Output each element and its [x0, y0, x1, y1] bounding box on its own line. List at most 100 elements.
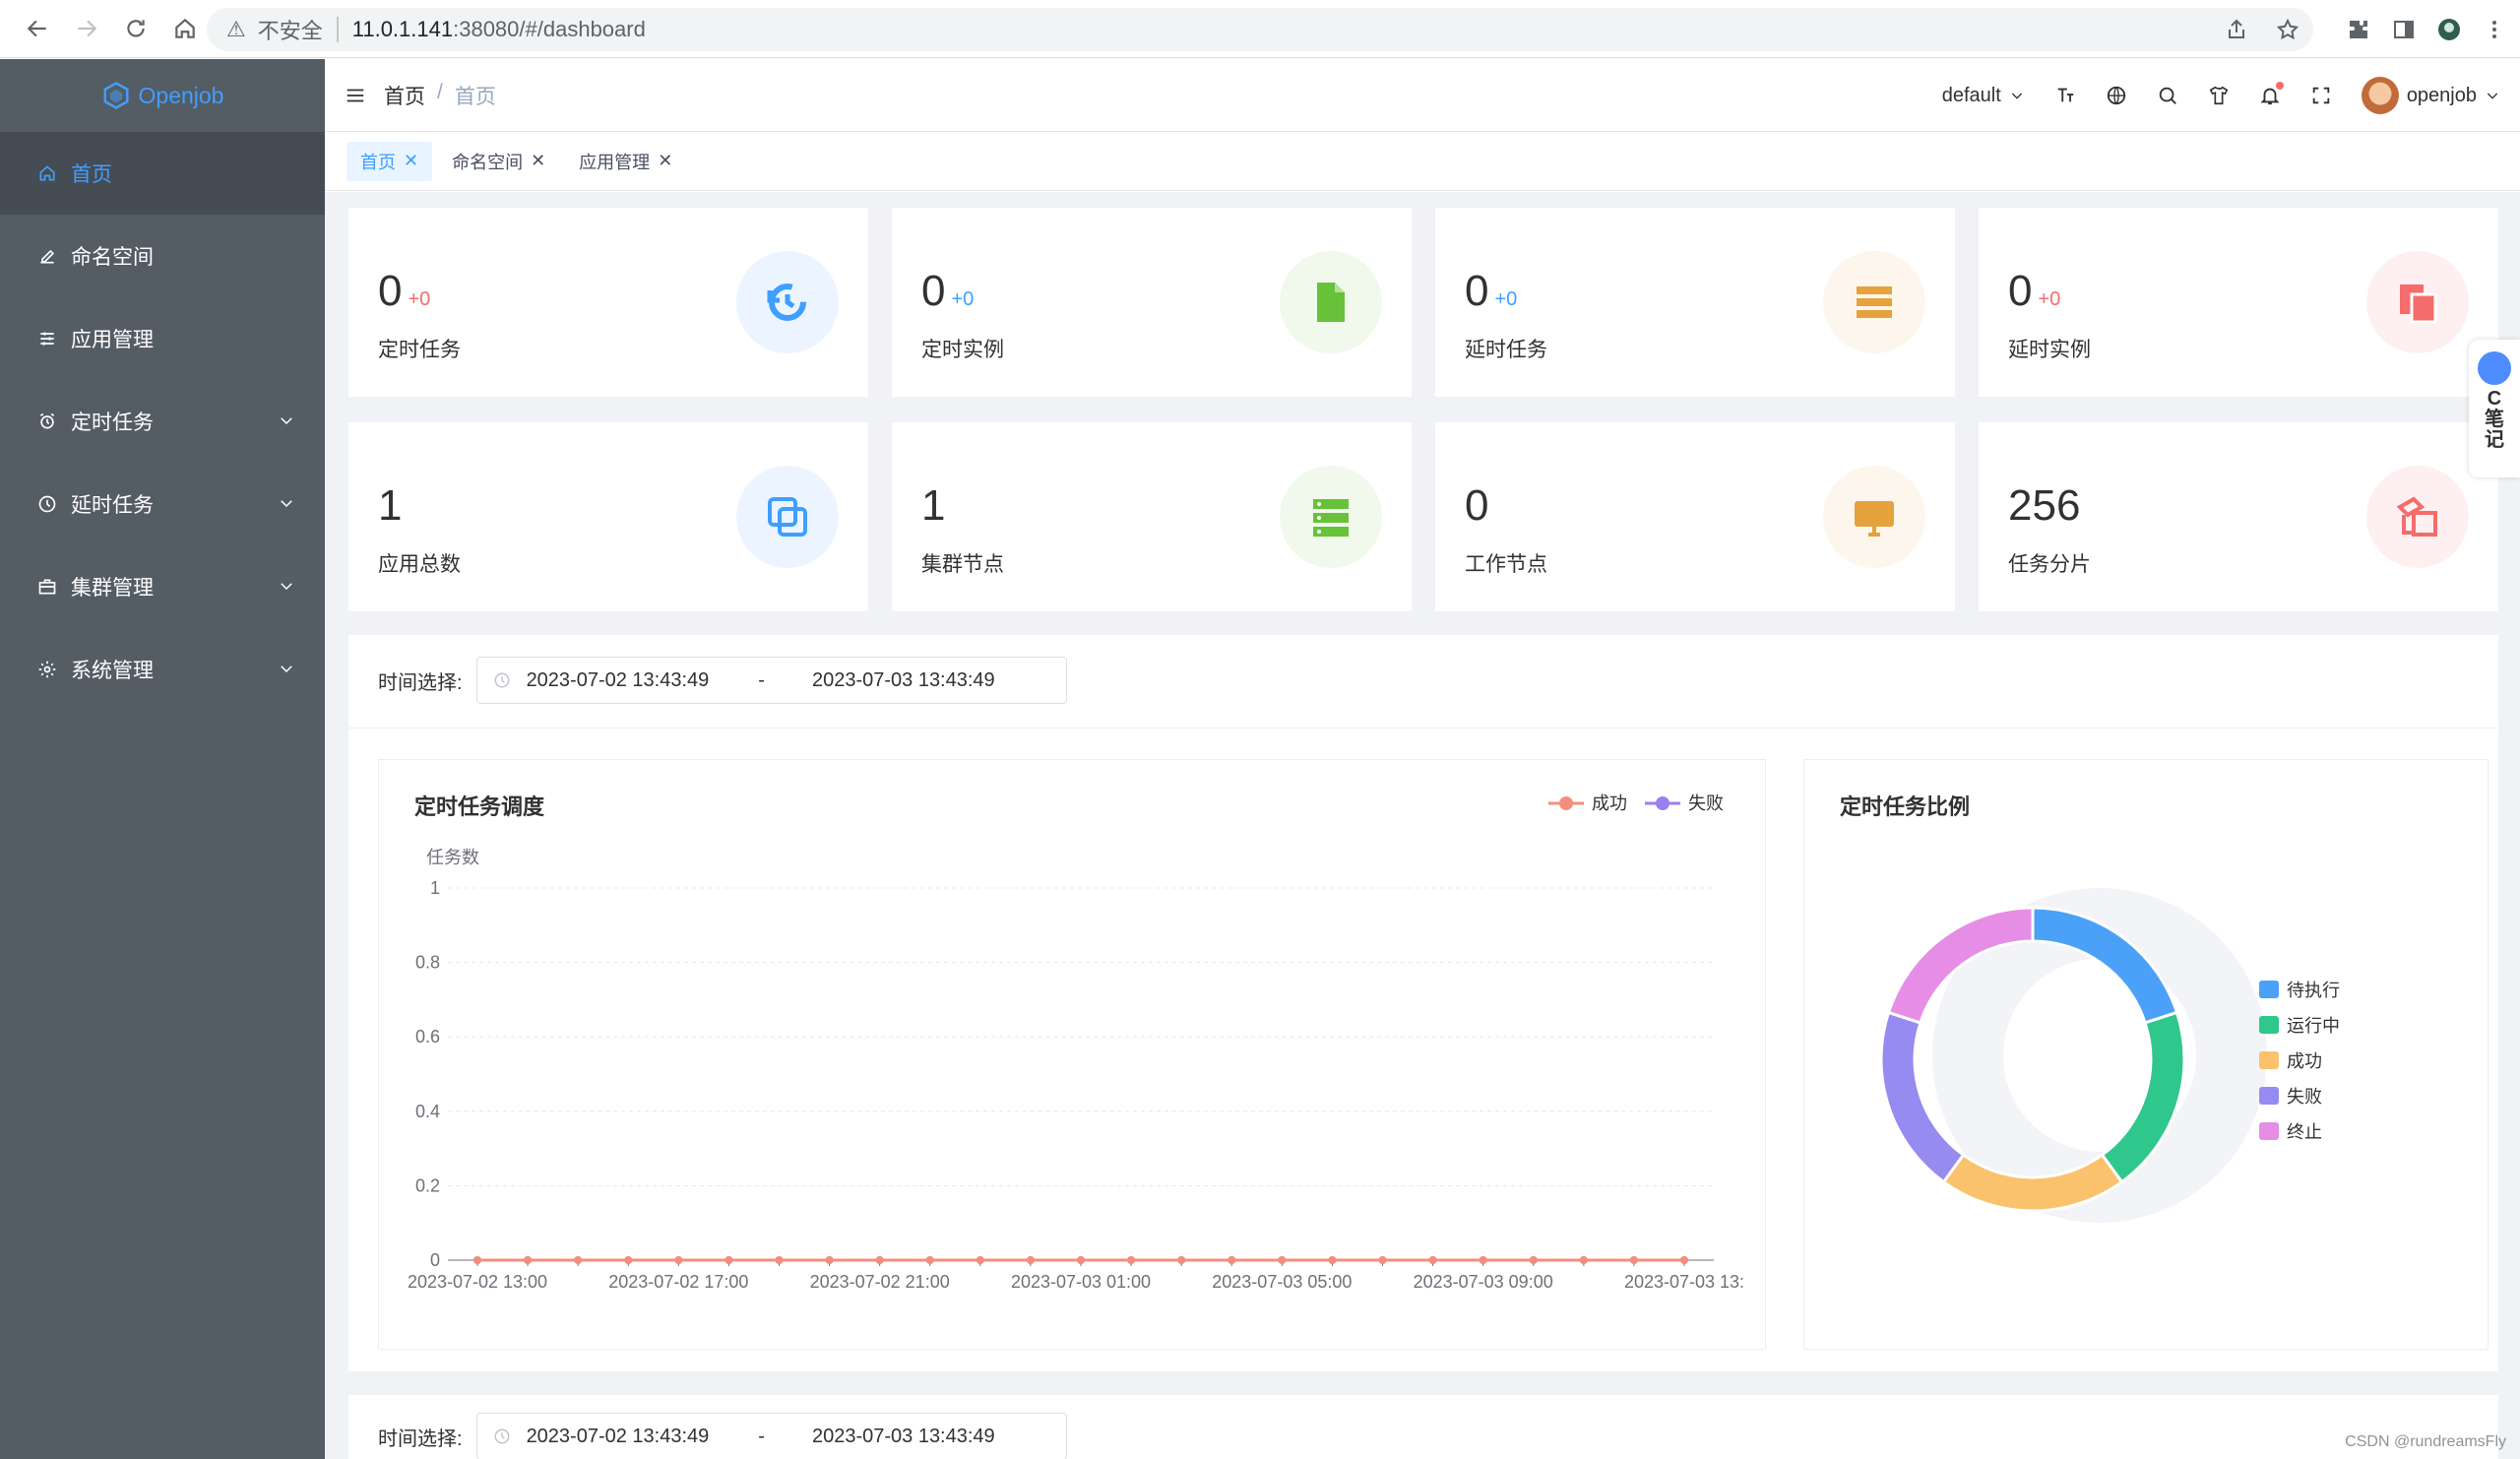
legend-label: 成功 [2287, 1051, 2322, 1071]
notes-icon [2478, 351, 2511, 385]
search-icon[interactable] [2157, 85, 2178, 106]
logo[interactable]: Openjob [0, 59, 325, 132]
briefcase-icon [38, 579, 56, 595]
stat-icon-wrap [2366, 251, 2469, 353]
sidebar-item-label: 定时任务 [71, 412, 154, 434]
font-size-icon[interactable] [2054, 85, 2076, 106]
date-range-picker-2[interactable]: 2023-07-02 13:43:49 - 2023-07-03 13:43:4… [475, 1413, 1067, 1459]
globe-icon[interactable] [2106, 85, 2127, 106]
start-date-2[interactable]: 2023-07-02 13:43:49 [527, 1426, 710, 1448]
stat-value-wrap: 0 [1465, 481, 1488, 531]
data-point[interactable] [1428, 1256, 1437, 1264]
data-point[interactable] [875, 1256, 884, 1264]
home-button[interactable] [161, 5, 209, 52]
data-point[interactable] [825, 1256, 834, 1264]
legend-item[interactable]: 运行中 [2259, 1016, 2340, 1036]
tab-2[interactable]: 应用管理 ✕ [565, 142, 686, 181]
data-point[interactable] [1026, 1256, 1035, 1264]
close-icon[interactable]: ✕ [404, 151, 418, 171]
sidebar-item-label: 系统管理 [71, 660, 154, 682]
user-menu[interactable]: openjob [2361, 77, 2500, 114]
data-point[interactable] [976, 1256, 984, 1264]
stat-value-wrap: 0 +0 [2008, 267, 2060, 316]
chevron-down-icon [281, 666, 292, 673]
tab-0[interactable]: 首页 ✕ [346, 141, 433, 181]
url-text: 11.0.1.141:38080/#/dashboard [352, 17, 646, 42]
sidebar-item-5[interactable]: 集群管理 [0, 545, 325, 628]
data-point[interactable] [1177, 1256, 1186, 1264]
data-point[interactable] [1127, 1256, 1136, 1264]
logo-text: Openjob [138, 82, 224, 108]
date-range-picker[interactable]: 2023-07-02 13:43:49 - 2023-07-03 13:43:4… [475, 657, 1067, 704]
sidebar-item-6[interactable]: 系统管理 [0, 628, 325, 711]
legend-item[interactable]: 失败 [2259, 1087, 2322, 1107]
namespace-select[interactable]: default [1942, 85, 2025, 107]
data-point[interactable] [775, 1256, 784, 1264]
data-point[interactable] [1579, 1256, 1588, 1264]
time-filter-label: 时间选择: [378, 671, 463, 694]
data-point[interactable] [1479, 1256, 1487, 1264]
watermark: CSDN @rundreamsFly [2345, 1433, 2506, 1450]
end-date-2[interactable]: 2023-07-03 13:43:49 [812, 1426, 995, 1448]
range-separator-2: - [758, 1425, 765, 1447]
bookmark-star-icon[interactable] [2276, 18, 2300, 41]
data-point[interactable] [1378, 1256, 1387, 1264]
chevron-down-icon [281, 583, 292, 591]
data-point[interactable] [624, 1256, 633, 1264]
notification-button[interactable] [2259, 82, 2284, 106]
legend-item[interactable]: 待执行 [2259, 981, 2340, 1000]
shirt-theme-icon[interactable] [2208, 85, 2230, 106]
back-button[interactable] [14, 5, 61, 52]
data-point[interactable] [574, 1256, 583, 1264]
data-point[interactable] [1629, 1256, 1638, 1264]
data-point[interactable] [473, 1256, 481, 1264]
breadcrumb-home[interactable]: 首页 [384, 81, 425, 110]
fullscreen-icon[interactable] [2310, 85, 2332, 106]
data-point[interactable] [1228, 1256, 1236, 1264]
legend-label: 失败 [1688, 793, 1724, 813]
chevron-down-icon [2011, 93, 2022, 99]
stat-value-wrap: 0 +0 [921, 267, 974, 316]
side-panel-icon[interactable] [2392, 18, 2416, 41]
legend-item[interactable]: 成功 [1548, 793, 1627, 813]
sidebar-item-4[interactable]: 延时任务 [0, 463, 325, 545]
sidebar-item-2[interactable]: 应用管理 [0, 297, 325, 380]
forward-button[interactable] [63, 5, 110, 52]
stat-value-wrap: 0 +0 [1465, 267, 1517, 316]
stat-value-wrap: 1 [921, 481, 945, 531]
data-point[interactable] [524, 1256, 533, 1264]
data-point[interactable] [674, 1256, 683, 1264]
data-point[interactable] [724, 1256, 733, 1264]
data-point[interactable] [1680, 1256, 1688, 1264]
sidebar-item-1[interactable]: 命名空间 [0, 215, 325, 297]
data-point[interactable] [1077, 1256, 1085, 1264]
extensions-icon[interactable] [2347, 18, 2370, 41]
kebab-menu-icon[interactable] [2483, 18, 2506, 41]
url-host: 11.0.1.141 [351, 17, 454, 41]
notes-float-button[interactable]: C 笔 记 [2469, 340, 2520, 477]
reload-button[interactable] [112, 5, 159, 52]
copy-icon [768, 497, 807, 537]
share-icon[interactable] [2225, 18, 2248, 41]
data-point[interactable] [925, 1256, 934, 1264]
sidebar-item-0[interactable]: 首页 [0, 132, 325, 215]
stat-icon-wrap [736, 466, 839, 568]
legend-label: 成功 [1592, 793, 1627, 813]
sidebar-item-3[interactable]: 定时任务 [0, 380, 325, 463]
legend-item[interactable]: 失败 [1645, 793, 1724, 813]
data-point[interactable] [1328, 1256, 1337, 1264]
end-date[interactable]: 2023-07-03 13:43:49 [812, 669, 995, 692]
legend-item[interactable]: 成功 [2259, 1051, 2322, 1071]
start-date[interactable]: 2023-07-02 13:43:49 [527, 669, 710, 692]
legend-item[interactable]: 终止 [2259, 1122, 2322, 1142]
close-icon[interactable]: ✕ [658, 151, 672, 171]
profile-avatar-icon[interactable] [2437, 18, 2461, 41]
stat-value: 0 [921, 267, 946, 315]
data-point[interactable] [1278, 1256, 1287, 1264]
close-icon[interactable]: ✕ [531, 151, 545, 171]
stat-card: 0 +0 延时实例 [1979, 208, 2498, 397]
address-bar[interactable]: ⚠ 不安全 11.0.1.141:38080/#/dashboard [207, 8, 2313, 51]
tab-1[interactable]: 命名空间 ✕ [438, 142, 559, 181]
data-point[interactable] [1529, 1256, 1538, 1264]
hamburger-icon[interactable] [345, 85, 366, 106]
